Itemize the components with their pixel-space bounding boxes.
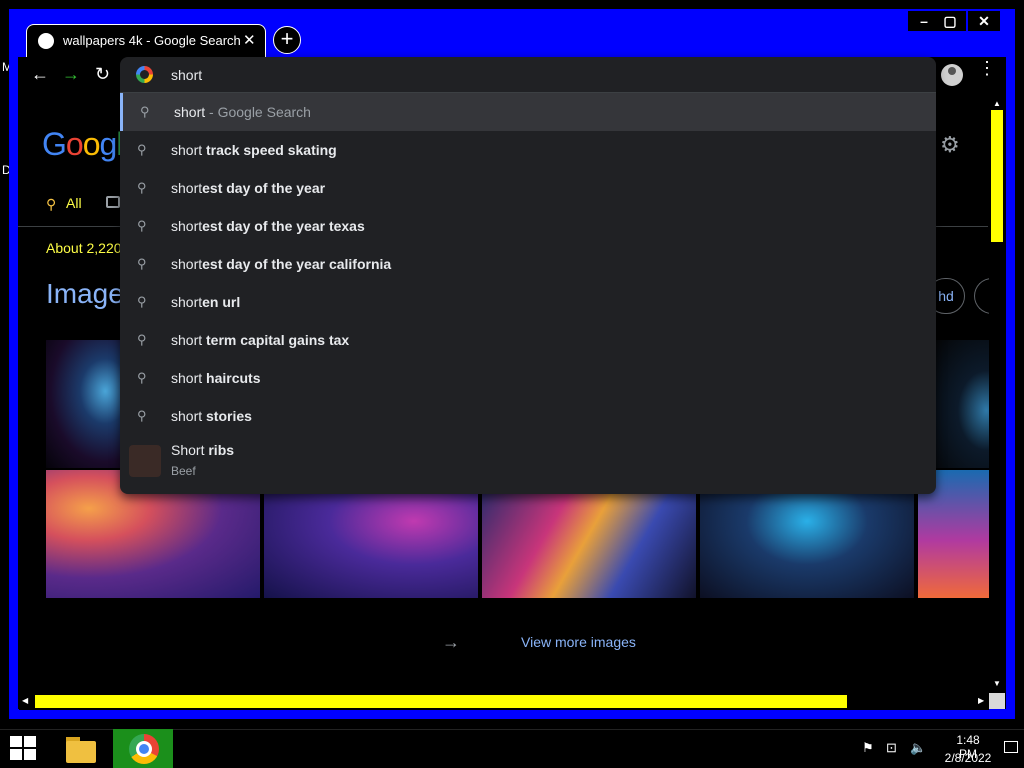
search-icon: ⚲ <box>137 256 147 271</box>
clock-date[interactable]: 2/8/2022 <box>942 751 994 765</box>
images-heading[interactable]: Image <box>46 278 124 310</box>
entity-suggestion-title[interactable]: Short ribs <box>171 442 234 458</box>
suggestion-item[interactable]: ⚲ shortest day of the year california <box>120 245 936 283</box>
google-logo[interactable]: Googl <box>42 126 123 163</box>
suggestion-text: short stories <box>171 408 252 424</box>
search-icon: ⚲ <box>137 332 147 347</box>
google-favicon-icon <box>38 33 54 49</box>
start-pane <box>24 749 36 760</box>
desktop: M D – ▢ ✕ wallpapers 4k - Google Search … <box>0 0 1024 768</box>
suggestion-item[interactable]: ⚲ short stories <box>120 397 936 435</box>
tab-all[interactable]: All <box>66 195 82 211</box>
search-icon: ⚲ <box>137 218 147 233</box>
search-icon: ⚲ <box>137 370 147 385</box>
search-icon: ⚲ <box>140 104 150 119</box>
profile-head <box>948 67 956 75</box>
notification-icon[interactable] <box>1004 741 1018 753</box>
suggestion-text: short track speed skating <box>171 142 337 158</box>
suggestion-text: short - Google Search <box>174 104 311 120</box>
scroll-up-icon[interactable]: ▲ <box>993 99 1001 108</box>
back-button[interactable]: ← <box>31 64 49 85</box>
scroll-corner <box>989 693 1005 709</box>
tab-title: wallpapers 4k - Google Search <box>63 33 241 48</box>
search-icon: ⚲ <box>46 196 57 212</box>
start-pane <box>24 736 36 747</box>
new-tab-button[interactable]: + <box>273 26 301 54</box>
suggestion-item[interactable]: ⚲ shorten url <box>120 283 936 321</box>
view-more-images-link[interactable]: View more images <box>521 634 636 650</box>
network-icon[interactable]: ⊡ <box>886 740 897 756</box>
folder-icon <box>66 741 96 763</box>
image-thumbnail[interactable] <box>46 340 120 468</box>
forward-button[interactable]: → <box>62 64 80 85</box>
entity-suggestion-subtitle: Beef <box>171 464 196 478</box>
scroll-right-icon[interactable]: ▶ <box>978 696 984 705</box>
image-icon[interactable] <box>106 196 120 208</box>
search-icon: ⚲ <box>137 180 147 195</box>
search-icon: ⚲ <box>137 294 147 309</box>
vertical-scroll-thumb[interactable] <box>991 110 1003 242</box>
suggestion-item[interactable]: ⚲ short term capital gains tax <box>120 321 936 359</box>
omnibox-input[interactable] <box>171 66 871 84</box>
suggestion-text: shortest day of the year california <box>171 256 392 272</box>
suggestion-text: shortest day of the year texas <box>171 218 365 234</box>
action-center-flag-icon[interactable]: ⚑ <box>862 740 874 756</box>
maximize-button[interactable]: ▢ <box>934 11 966 31</box>
search-icon: ⚲ <box>137 142 147 157</box>
tab-close-icon[interactable]: ✕ <box>243 31 256 49</box>
scroll-left-icon[interactable]: ◀ <box>22 696 28 705</box>
horizontal-scroll-thumb[interactable] <box>35 695 847 708</box>
browser-tab[interactable]: wallpapers 4k - Google Search ✕ <box>26 24 266 58</box>
suggestion-item[interactable]: ⚲ short - Google Search <box>120 93 936 131</box>
menu-kebab-icon[interactable]: ⋮ <box>978 59 996 77</box>
suggestion-item[interactable]: ⚲ short haircuts <box>120 359 936 397</box>
chrome-icon-core <box>139 744 149 754</box>
start-pane <box>10 736 22 747</box>
suggestion-item[interactable]: ⚲ short track speed skating <box>120 131 936 169</box>
gear-icon[interactable]: ⚙ <box>940 132 960 158</box>
search-icon: ⚲ <box>137 408 147 423</box>
arrow-right-icon: → <box>442 632 460 652</box>
suggestion-text: shorten url <box>171 294 241 310</box>
suggestion-text: short haircuts <box>171 370 261 386</box>
start-pane <box>10 749 22 760</box>
suggestion-item[interactable]: ⚲ shortest day of the year texas <box>120 207 936 245</box>
suggestion-text: short term capital gains tax <box>171 332 350 348</box>
suggestion-item[interactable]: ⚲ shortest day of the year <box>120 169 936 207</box>
suggestion-text: shortest day of the year <box>171 180 326 196</box>
reload-button[interactable]: ↻ <box>95 64 110 85</box>
scroll-down-icon[interactable]: ▼ <box>993 679 1001 688</box>
image-thumbnail[interactable] <box>936 340 989 468</box>
result-stats: About 2,220 <box>46 240 122 256</box>
google-g-icon-center <box>140 70 149 79</box>
entity-thumbnail[interactable] <box>129 445 161 477</box>
close-window-button[interactable]: ✕ <box>968 11 1000 31</box>
volume-muted-icon[interactable]: 🔈 <box>910 740 926 756</box>
windows-start-icon[interactable] <box>10 736 38 760</box>
